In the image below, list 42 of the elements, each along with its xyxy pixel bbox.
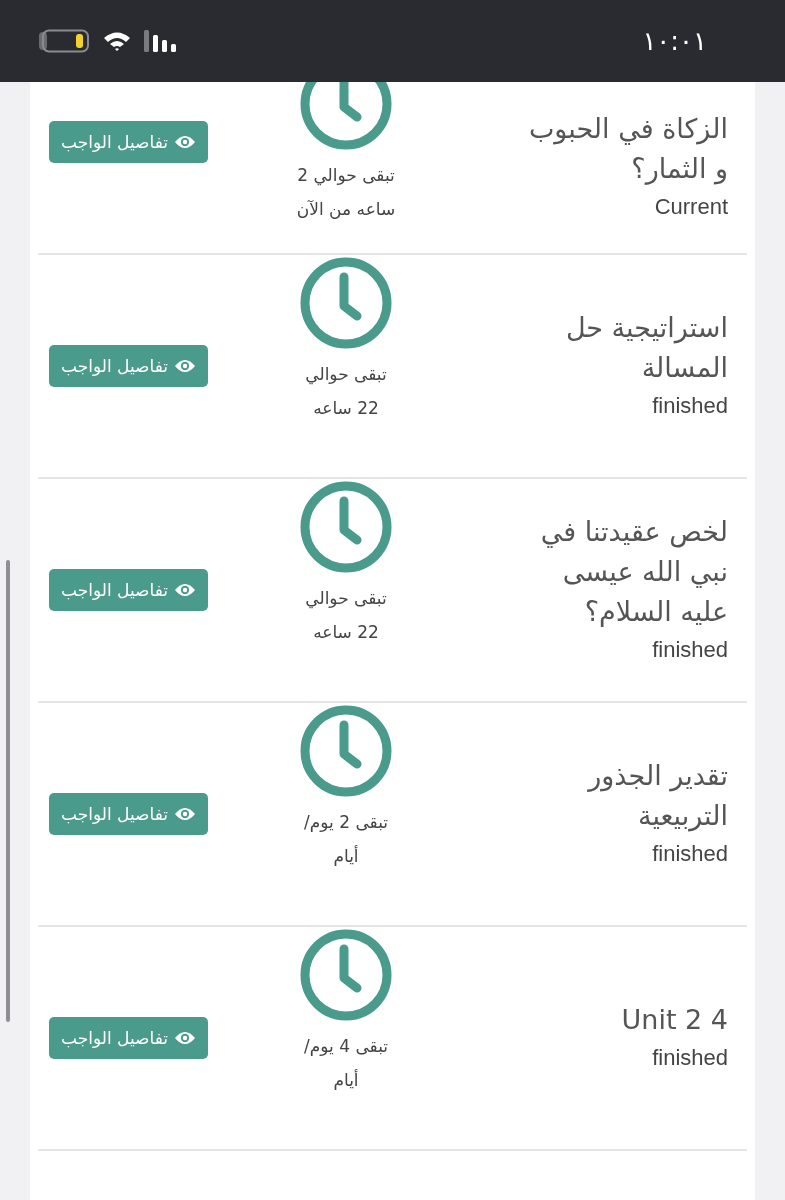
- details-button[interactable]: تفاصيل الواجب: [49, 569, 208, 611]
- status-time: ١٠:٠١: [642, 26, 707, 56]
- clock-icon: [300, 929, 392, 1021]
- assignment-title: نبي الله عيسى: [562, 555, 728, 590]
- assignment-status: finished: [652, 840, 728, 868]
- details-button[interactable]: تفاصيل الواجب: [49, 793, 208, 835]
- time-remaining: تبقى حوالي: [305, 587, 387, 611]
- eye-icon: [173, 1030, 196, 1046]
- assignment-title: لخص عقيدتنا في: [540, 515, 728, 550]
- time-remaining: 22 ساعه: [313, 621, 379, 644]
- time-remaining: تبقى حوالي 2: [297, 164, 395, 188]
- eye-icon: [173, 358, 196, 374]
- details-button[interactable]: تفاصيل الواجب: [49, 345, 208, 387]
- eye-icon: [173, 806, 196, 822]
- time-remaining: أيام: [333, 1068, 359, 1092]
- battery-icon: [38, 29, 90, 53]
- details-button[interactable]: تفاصيل الواجب: [49, 121, 208, 163]
- assignment-title: المسالة: [641, 351, 728, 385]
- assignment-title: الزكاة في الحبوب: [528, 112, 728, 147]
- assignment-title: استراتيجية حل: [565, 311, 728, 346]
- assignment-title: التربيعية: [637, 799, 728, 834]
- details-button[interactable]: تفاصيل الواجب: [49, 1017, 208, 1059]
- assignment-title: تقدير الجذور: [588, 759, 728, 794]
- assignment-title: و الثمار؟: [631, 152, 728, 187]
- clock-icon: [300, 481, 392, 573]
- clock-icon: [300, 705, 392, 797]
- assignment-title: عليه السلام؟: [584, 595, 728, 629]
- time-remaining: ساعه من الآن: [296, 198, 396, 221]
- time-remaining: تبقى 2 يوم/: [304, 811, 389, 834]
- wifi-icon: [102, 30, 132, 52]
- clock-icon: [300, 257, 392, 349]
- eye-icon: [173, 134, 196, 150]
- assignment-title: Unit 2 4: [621, 1003, 728, 1037]
- eye-icon: [173, 582, 196, 598]
- time-remaining: 22 ساعه: [313, 397, 379, 420]
- assignment-status: finished: [652, 1044, 728, 1072]
- time-remaining: أيام: [333, 844, 359, 868]
- assignment-status: Current: [654, 193, 728, 221]
- time-remaining: تبقى حوالي: [305, 363, 387, 387]
- assignment-status: finished: [652, 636, 728, 664]
- assignment-status: finished: [652, 392, 728, 420]
- time-remaining: تبقى 4 يوم/: [304, 1035, 389, 1058]
